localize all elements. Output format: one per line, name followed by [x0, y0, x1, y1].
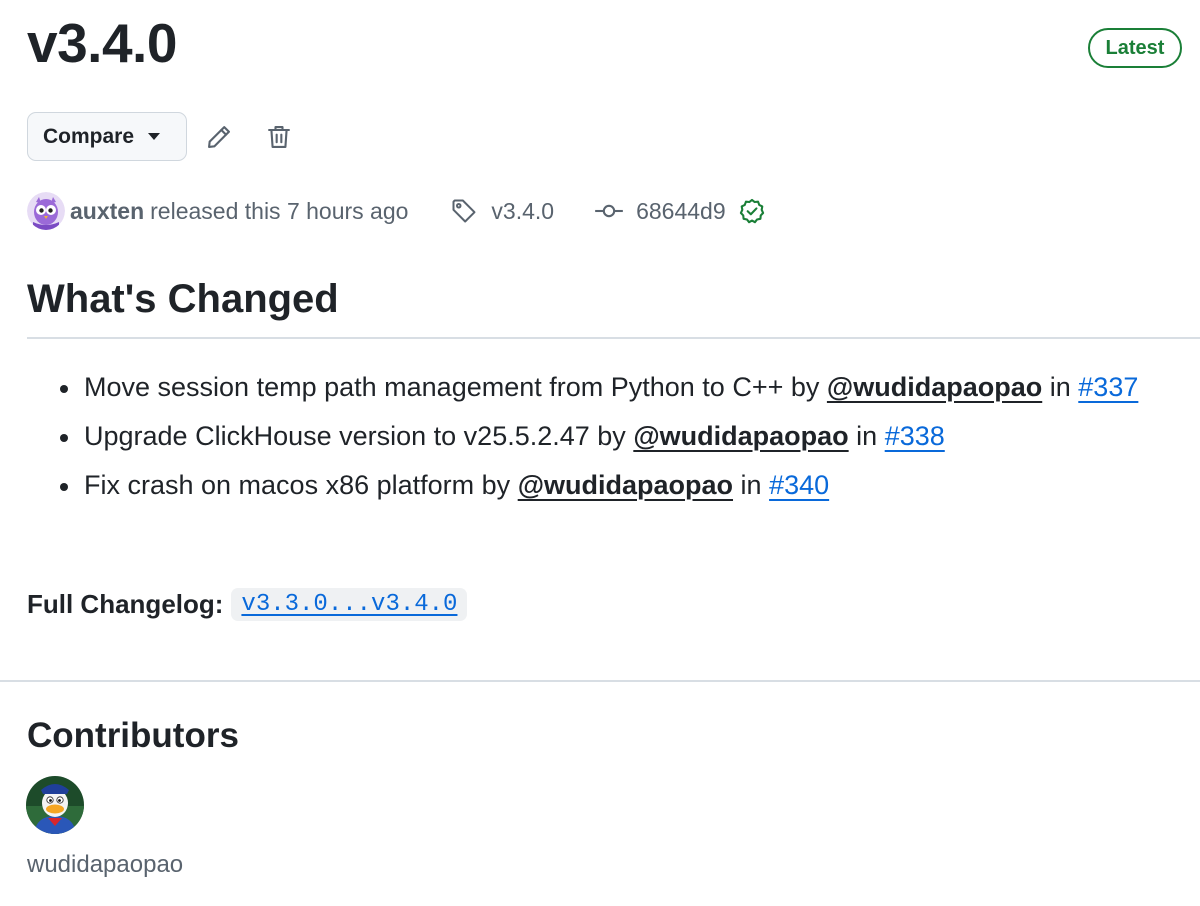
- latest-badge: Latest: [1088, 28, 1182, 68]
- author-mention-link[interactable]: @wudidapaopao: [633, 421, 848, 451]
- whats-changed-heading: What's Changed: [27, 277, 339, 321]
- list-item: Upgrade ClickHouse version to v25.5.2.47…: [60, 415, 1184, 458]
- change-in-text: in: [1049, 372, 1071, 402]
- author-mention-link[interactable]: @wudidapaopao: [518, 470, 733, 500]
- delete-release-button[interactable]: [255, 113, 303, 161]
- tag-link[interactable]: v3.4.0: [491, 198, 554, 225]
- change-text: Fix crash on macos x86 platform by: [84, 470, 511, 500]
- check-circle-icon[interactable]: [738, 197, 766, 225]
- full-changelog: Full Changelog: v3.3.0...v3.4.0: [27, 583, 468, 625]
- change-text: Move session temp path management from P…: [84, 372, 820, 402]
- list-item: Fix crash on macos x86 platform by @wudi…: [60, 464, 1184, 507]
- released-text: released this 7 hours ago: [150, 197, 409, 224]
- git-commit-icon: [594, 197, 624, 225]
- change-in-text: in: [740, 470, 762, 500]
- edit-release-button[interactable]: [195, 113, 243, 161]
- changes-list: Move session temp path management from P…: [60, 366, 1184, 513]
- heading-divider: [27, 337, 1200, 339]
- pull-request-link[interactable]: #338: [885, 421, 945, 451]
- compare-button-label: Compare: [43, 124, 135, 148]
- contributor-avatar[interactable]: [26, 776, 84, 834]
- compare-button[interactable]: Compare: [27, 112, 187, 161]
- trash-icon: [268, 125, 290, 148]
- release-actions: Compare: [27, 112, 303, 161]
- release-title: v3.4.0: [27, 12, 177, 74]
- changelog-label: Full Changelog:: [27, 588, 224, 619]
- section-divider: [0, 680, 1200, 682]
- contributor-name[interactable]: wudidapaopao: [27, 851, 183, 879]
- change-in-text: in: [856, 421, 878, 451]
- tag-icon: [450, 197, 478, 225]
- pencil-icon: [208, 125, 230, 148]
- changelog-compare-link[interactable]: v3.3.0...v3.4.0: [231, 587, 468, 621]
- author-mention-link[interactable]: @wudidapaopao: [827, 372, 1042, 402]
- chevron-down-icon: [148, 133, 161, 140]
- change-text: Upgrade ClickHouse version to v25.5.2.47…: [84, 421, 626, 451]
- release-meta: auxten released this 7 hours ago v3.4.0 …: [27, 192, 766, 230]
- pull-request-link[interactable]: #337: [1078, 372, 1138, 402]
- contributors-heading: Contributors: [27, 716, 239, 755]
- list-item: Move session temp path management from P…: [60, 366, 1184, 409]
- author-link[interactable]: auxten: [70, 198, 144, 225]
- pull-request-link[interactable]: #340: [769, 470, 829, 500]
- author-avatar[interactable]: [27, 192, 65, 230]
- commit-sha-link[interactable]: 68644d9: [636, 198, 726, 225]
